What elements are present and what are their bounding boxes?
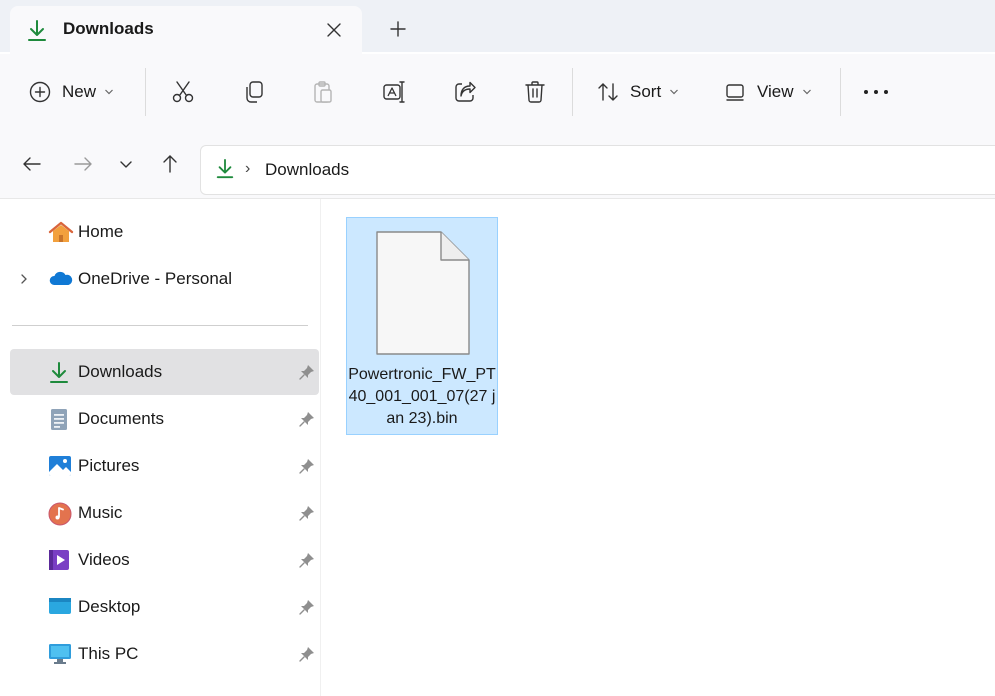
delete-icon <box>522 79 548 105</box>
pin-icon[interactable] <box>298 457 316 475</box>
chevron-down-icon <box>104 88 114 96</box>
share-button[interactable] <box>452 54 478 130</box>
sidebar-item-label: Documents <box>78 409 164 428</box>
sidebar-item-documents[interactable]: Documents <box>10 396 319 442</box>
chevron-down-icon <box>669 88 679 96</box>
sidebar-item-label: Downloads <box>78 362 163 381</box>
copy-button[interactable] <box>241 54 267 130</box>
download-arrow-icon <box>26 19 48 43</box>
sidebar-item-label: Pictures <box>78 456 140 475</box>
sidebar-item-home[interactable]: Home <box>10 209 319 255</box>
add-circle-icon <box>28 80 52 104</box>
pin-icon[interactable] <box>298 410 316 428</box>
new-button[interactable]: New <box>28 54 114 130</box>
sidebar-item-label: OneDrive - Personal <box>78 269 233 288</box>
copy-icon <box>241 79 267 105</box>
home-icon <box>48 221 74 243</box>
address-bar[interactable]: › Downloads <box>200 145 995 195</box>
back-icon[interactable] <box>20 152 44 176</box>
tab-title: Downloads <box>63 19 154 38</box>
sidebar-item-this-pc[interactable]: This PC <box>10 631 319 677</box>
sidebar-item-label: Home <box>78 222 124 241</box>
view-icon <box>723 80 747 104</box>
cut-button[interactable] <box>170 54 196 130</box>
generic-file-icon <box>375 230 471 356</box>
pin-icon[interactable] <box>298 504 316 522</box>
file-item[interactable]: Powertronic_FW_PT40_001_001_07(27 jan 23… <box>346 217 498 435</box>
toolbar-divider <box>145 68 146 116</box>
sidebar-item-label: Desktop <box>78 597 141 616</box>
sidebar-item-label: Videos <box>78 550 130 569</box>
sort-arrows-icon <box>596 80 620 104</box>
paste-icon <box>310 79 336 105</box>
share-icon <box>452 79 478 105</box>
rename-icon <box>381 79 407 105</box>
pin-icon[interactable] <box>298 598 316 616</box>
chevron-down-icon <box>802 88 812 96</box>
navigation-pane: Home OneDrive - Personal Downloads Docum… <box>0 199 320 696</box>
rename-button[interactable] <box>381 54 407 130</box>
videos-icon <box>48 549 70 571</box>
pc-icon <box>48 643 71 665</box>
sidebar-item-downloads[interactable]: Downloads <box>10 349 319 395</box>
command-bar: New Sort View <box>0 54 995 130</box>
pin-icon[interactable] <box>298 551 316 569</box>
sidebar-item-onedrive[interactable]: OneDrive - Personal <box>10 256 319 302</box>
toolbar-divider <box>572 68 573 116</box>
breadcrumb-downloads[interactable]: Downloads <box>265 160 349 180</box>
sidebar-item-music[interactable]: Music <box>10 490 319 536</box>
view-button[interactable]: View <box>723 54 812 130</box>
sidebar-item-label: Music <box>78 503 123 522</box>
more-icon <box>862 87 890 97</box>
view-button-label: View <box>757 82 794 101</box>
documents-icon <box>48 408 70 430</box>
recent-locations-chevron-icon[interactable] <box>116 152 140 176</box>
music-icon <box>48 502 72 526</box>
sidebar-item-label: This PC <box>78 644 139 663</box>
pin-icon[interactable] <box>298 645 316 663</box>
pane-divider <box>320 199 321 696</box>
up-icon[interactable] <box>158 152 182 176</box>
cloud-icon <box>48 268 73 290</box>
pin-icon[interactable] <box>298 363 316 381</box>
sidebar-item-videos[interactable]: Videos <box>10 537 319 583</box>
sort-button-label: Sort <box>630 82 662 101</box>
sidebar-divider <box>12 325 308 326</box>
pictures-icon <box>48 455 71 477</box>
sidebar-item-pictures[interactable]: Pictures <box>10 443 319 489</box>
cut-icon <box>170 79 196 105</box>
sort-button[interactable]: Sort <box>596 54 679 130</box>
download-arrow-icon <box>48 361 70 383</box>
close-icon[interactable] <box>322 18 346 42</box>
toolbar-divider <box>840 68 841 116</box>
sidebar-item-desktop[interactable]: Desktop <box>10 584 319 630</box>
tab-downloads[interactable]: Downloads <box>10 6 362 54</box>
desktop-icon <box>48 596 71 618</box>
breadcrumb-separator[interactable]: › <box>245 160 250 178</box>
download-arrow-icon <box>215 158 235 180</box>
more-options-button[interactable] <box>862 54 890 130</box>
navigation-bar: › Downloads <box>0 130 995 199</box>
new-button-label: New <box>62 82 97 101</box>
file-name: Powertronic_FW_PT40_001_001_07(27 jan 23… <box>348 366 496 427</box>
delete-button[interactable] <box>522 54 548 130</box>
forward-icon[interactable] <box>71 152 95 176</box>
tab-strip: Downloads <box>0 0 995 54</box>
chevron-right-icon[interactable] <box>16 270 32 288</box>
plus-icon[interactable] <box>386 17 410 41</box>
paste-button[interactable] <box>310 54 336 130</box>
